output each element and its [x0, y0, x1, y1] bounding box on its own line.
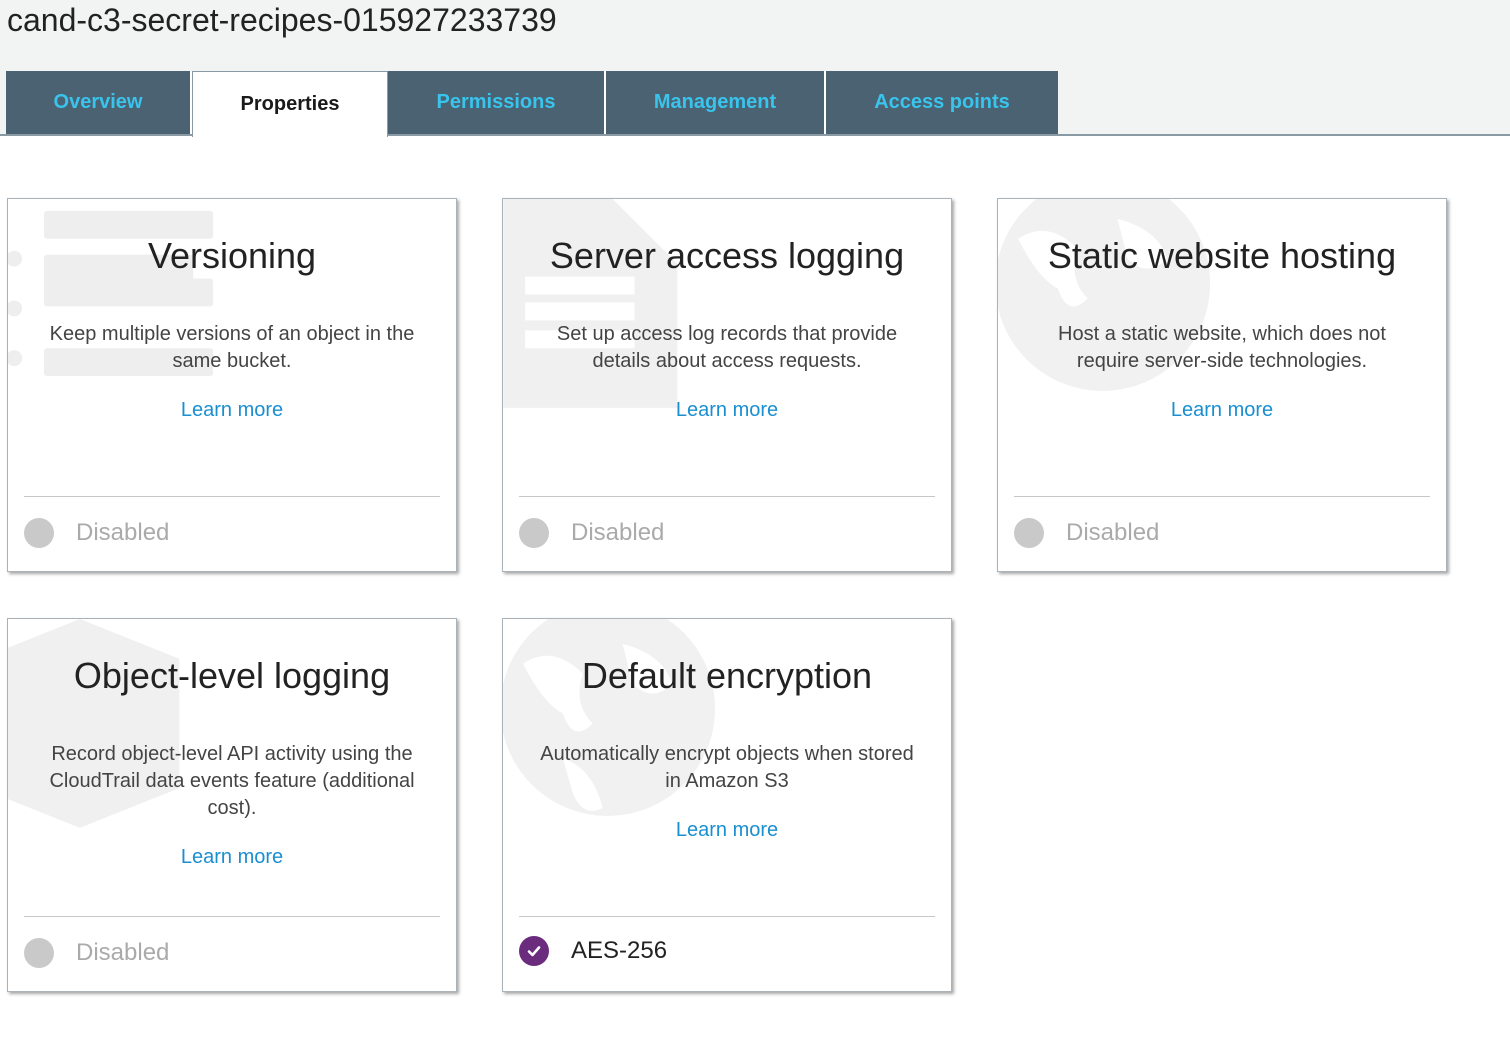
divider	[24, 496, 440, 497]
learn-more-link[interactable]: Learn more	[503, 819, 951, 842]
tab-properties[interactable]: Properties	[192, 71, 388, 137]
card-title: Versioning	[147, 235, 317, 276]
status-text: AES-256	[571, 937, 668, 964]
divider	[519, 496, 935, 497]
server-access-logging-card[interactable]: Server access logging Set up access log …	[502, 198, 952, 572]
card-description: Host a static website, which does not re…	[1058, 323, 1386, 372]
bucket-title: cand-c3-secret-recipes-015927233739	[7, 2, 557, 38]
card-title: Server access logging	[549, 235, 905, 276]
versioning-card[interactable]: Versioning Keep multiple versions of an …	[7, 198, 457, 572]
object-level-logging-card[interactable]: Object-level logging Record object-level…	[7, 618, 457, 992]
learn-more-link[interactable]: Learn more	[8, 846, 456, 869]
learn-more-link[interactable]: Learn more	[503, 399, 951, 422]
divider	[1014, 496, 1430, 497]
default-encryption-card[interactable]: Default encryption Automatically encrypt…	[502, 618, 952, 992]
card-description: Automatically encrypt objects when store…	[540, 743, 914, 792]
learn-more-link[interactable]: Learn more	[8, 399, 456, 422]
disabled-status-icon	[519, 518, 549, 548]
divider	[519, 916, 935, 917]
static-website-hosting-card[interactable]: Static website hosting Host a static web…	[997, 198, 1447, 572]
disabled-status-icon	[1014, 518, 1044, 548]
status-text: Disabled	[1066, 519, 1160, 546]
card-title: Default encryption	[581, 655, 873, 696]
card-description: Set up access log records that provide d…	[556, 323, 898, 372]
tab-access-points[interactable]: Access points	[826, 71, 1058, 134]
learn-more-link[interactable]: Learn more	[998, 399, 1446, 422]
card-title: Object-level logging	[73, 655, 391, 696]
tab-bar: Overview Properties Permissions Manageme…	[6, 71, 1058, 137]
tab-management[interactable]: Management	[606, 71, 826, 134]
divider	[24, 916, 440, 917]
check-icon	[519, 936, 549, 966]
card-description: Record object-level API activity using t…	[49, 743, 415, 819]
disabled-status-icon	[24, 518, 54, 548]
tab-permissions[interactable]: Permissions	[388, 71, 606, 134]
status-text: Disabled	[571, 519, 665, 546]
card-description: Keep multiple versions of an object in t…	[49, 323, 415, 372]
tab-overview[interactable]: Overview	[6, 71, 192, 134]
card-title: Static website hosting	[1047, 235, 1397, 276]
status-text: Disabled	[76, 939, 170, 966]
disabled-status-icon	[24, 938, 54, 968]
status-text: Disabled	[76, 519, 170, 546]
